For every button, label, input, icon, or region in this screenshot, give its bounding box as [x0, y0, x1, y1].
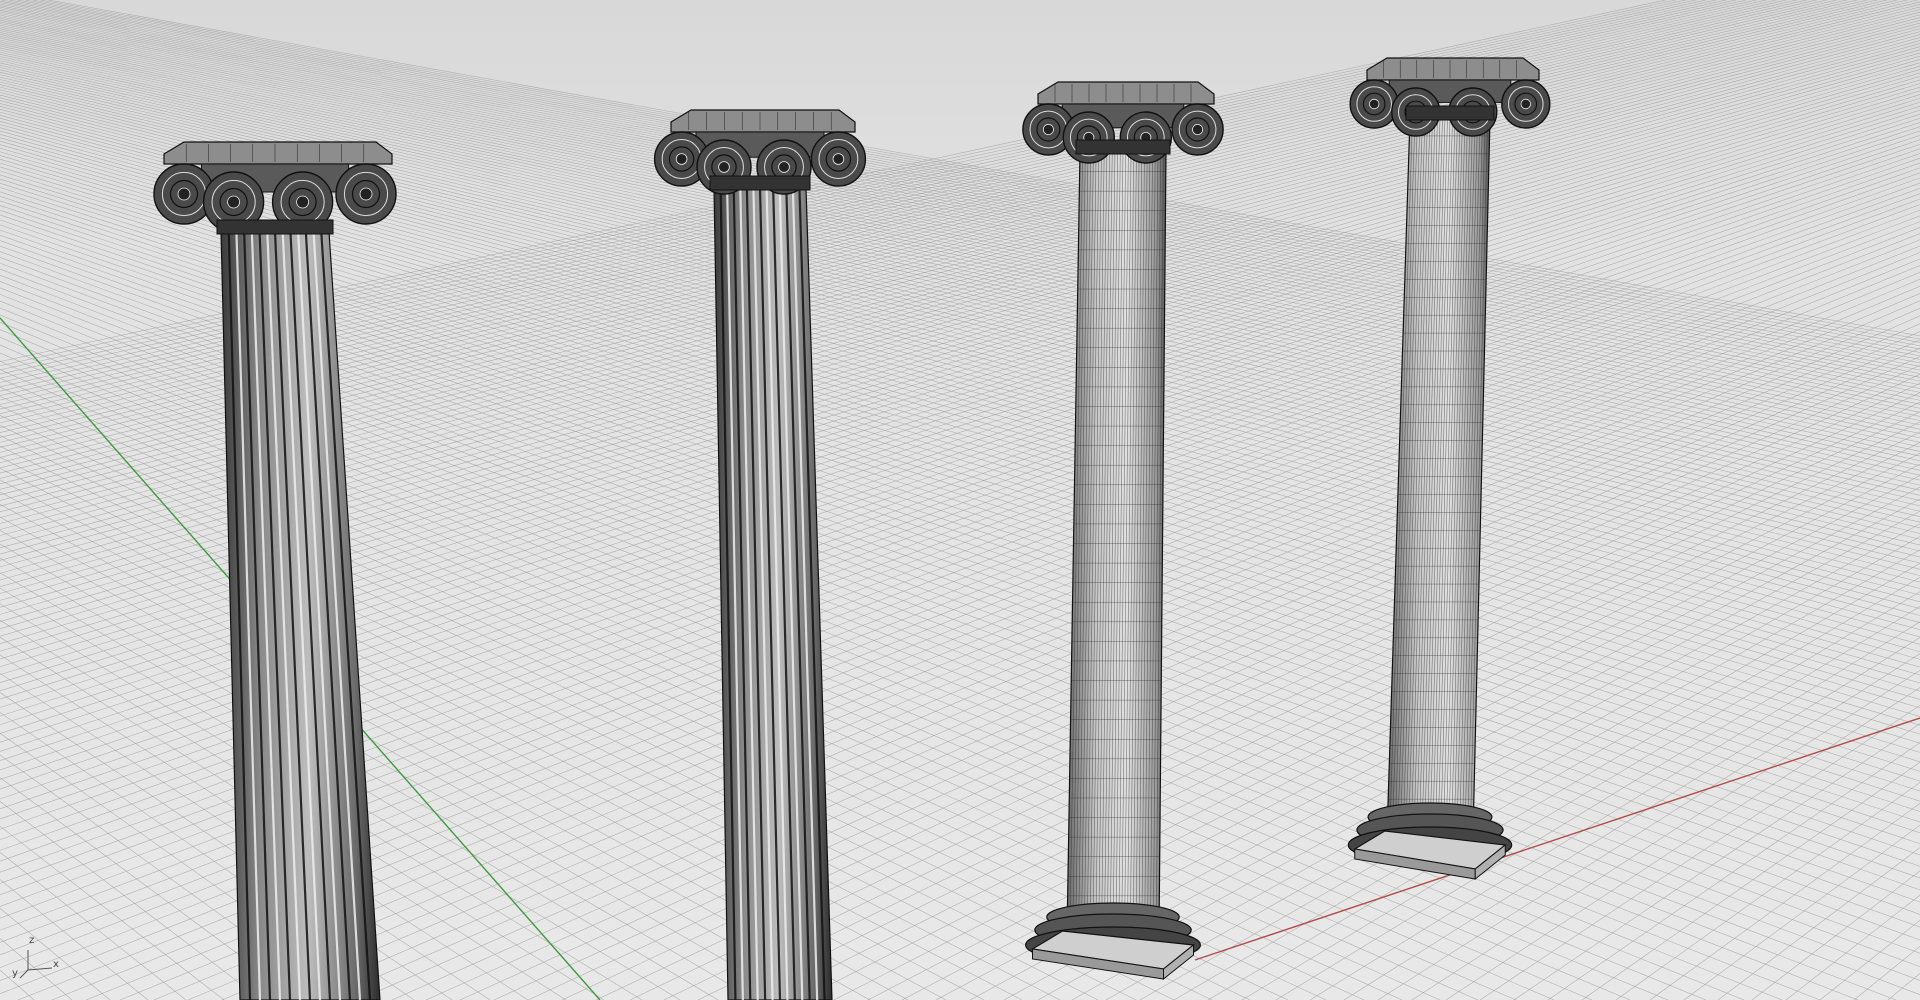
world-axes-gizmo: z y x [8, 932, 68, 992]
3d-perspective-viewport[interactable]: z y x [0, 0, 1920, 1000]
column-neck [216, 219, 334, 235]
column-neck [1075, 139, 1171, 155]
capital-volute [1349, 79, 1399, 129]
column-neck [709, 175, 811, 191]
gizmo-z-label: z [29, 935, 35, 946]
viewport-scene[interactable] [0, 0, 1920, 1000]
capital-volute [1119, 111, 1173, 164]
capital-volute [1501, 79, 1551, 129]
column-neck [1405, 105, 1495, 121]
capital-volute [1171, 103, 1224, 156]
capital-volute [810, 131, 867, 187]
capital-abacus [1366, 57, 1540, 81]
capital-abacus [163, 141, 393, 165]
gizmo-x-label: x [53, 959, 59, 970]
capital-volute [1062, 111, 1116, 164]
gizmo-y-label: y [12, 968, 18, 979]
axes-gizmo-icon [19, 950, 53, 979]
capital-abacus [1037, 81, 1215, 105]
capital-volute [335, 163, 397, 225]
capital-abacus [670, 109, 856, 133]
